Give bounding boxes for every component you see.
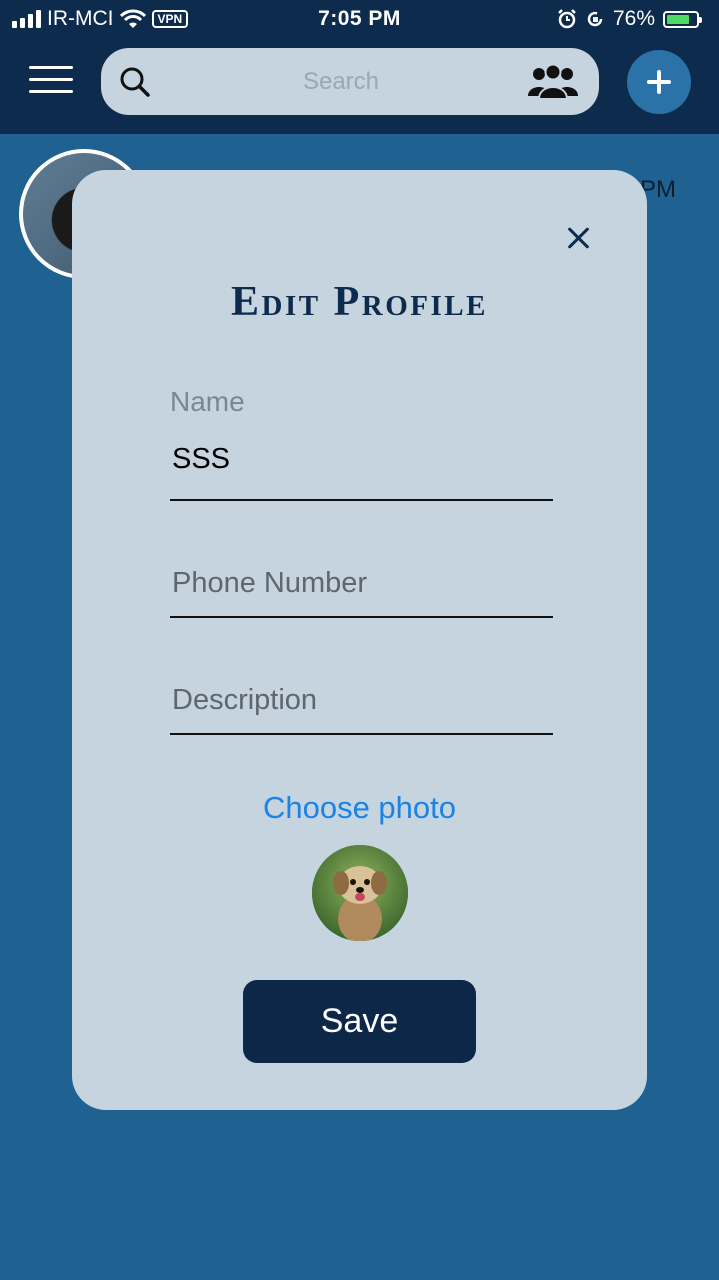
search-icon: [120, 67, 150, 97]
description-input[interactable]: [170, 683, 557, 718]
choose-photo-link[interactable]: Choose photo: [72, 790, 647, 826]
menu-icon[interactable]: [29, 66, 73, 94]
group-icon[interactable]: [527, 62, 579, 100]
name-input[interactable]: [170, 442, 557, 477]
alarm-icon: [558, 9, 576, 29]
name-underline: [170, 499, 553, 501]
name-field: Name: [170, 386, 557, 502]
edit-profile-modal: Edit Profile Name Choose photo: [72, 170, 647, 1110]
search-input[interactable]: [171, 58, 511, 106]
save-button[interactable]: Save: [243, 980, 476, 1063]
battery-percent: 76%: [612, 7, 655, 30]
status-bar: IR-MCI VPN 7:05 PM 76%: [0, 0, 719, 38]
description-field: [170, 683, 557, 737]
profile-photo[interactable]: [312, 845, 408, 941]
modal-title: Edit Profile: [231, 279, 488, 325]
dog-photo-image: [312, 845, 408, 941]
description-underline: [170, 733, 553, 735]
close-icon[interactable]: [564, 223, 594, 253]
phone-input[interactable]: [170, 566, 557, 601]
phone-field: [170, 566, 557, 620]
add-button[interactable]: [627, 50, 691, 114]
phone-underline: [170, 616, 553, 618]
battery-icon: [663, 10, 702, 28]
name-label: Name: [170, 386, 245, 417]
rotation-lock-icon: [587, 11, 603, 27]
search-bar[interactable]: [101, 48, 599, 115]
app-header: IR-MCI VPN 7:05 PM 76%: [0, 0, 719, 134]
